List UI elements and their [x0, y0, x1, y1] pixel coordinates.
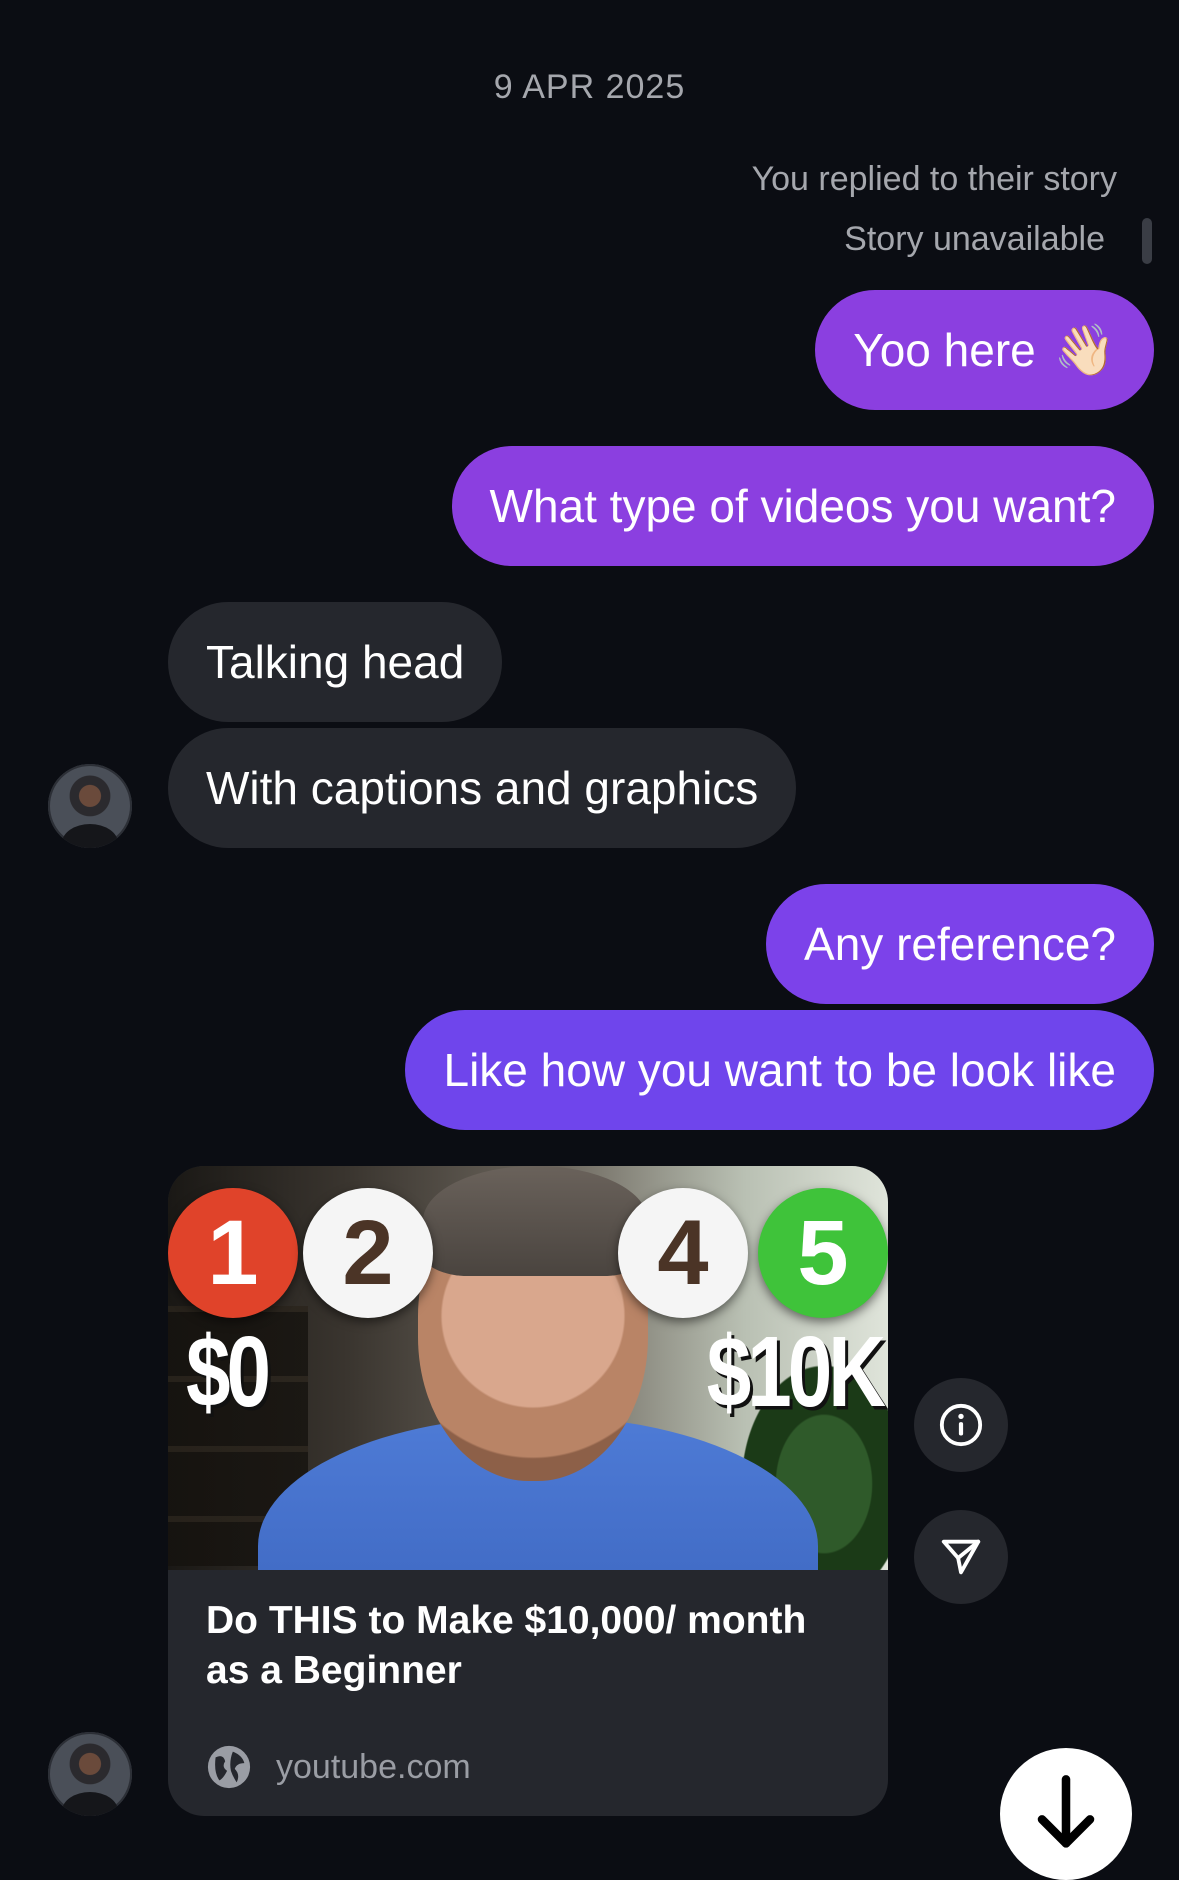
thumbnail-amount-left: $0 [186, 1315, 271, 1427]
contact-avatar[interactable] [48, 764, 132, 848]
globe-icon [207, 1745, 251, 1789]
info-button[interactable] [914, 1378, 1008, 1472]
link-domain: youtube.com [276, 1747, 471, 1786]
thumbnail-hair [423, 1166, 648, 1276]
message-text: Like how you want to be look like [443, 1044, 1116, 1096]
message-bubble-received[interactable]: With captions and graphics [168, 728, 797, 848]
link-preview-card[interactable]: 1 2 4 5 $0 $10K Do THIS to Make $10,000/… [168, 1166, 888, 1816]
story-status[interactable]: Story unavailable [844, 220, 1105, 259]
share-button[interactable] [914, 1510, 1008, 1604]
story-preview-bar [1142, 218, 1152, 264]
thumbnail-amount-right: $10K [706, 1315, 886, 1427]
link-source: youtube.com [206, 1744, 471, 1790]
scroll-to-bottom-button[interactable] [1000, 1748, 1132, 1880]
story-reply-note: You replied to their story [751, 160, 1117, 198]
arrow-down-icon [1037, 1775, 1095, 1848]
thumbnail-number-5: 5 [758, 1188, 888, 1318]
message-bubble-sent[interactable]: Yoo here 👋🏻 [815, 290, 1154, 410]
message-bubble-sent[interactable]: Any reference? [766, 884, 1154, 1004]
send-icon [941, 1539, 981, 1575]
message-text: Yoo here [853, 324, 1036, 376]
message-bubble-received[interactable]: Talking head [168, 602, 503, 722]
message-bubble-sent[interactable]: What type of videos you want? [451, 446, 1154, 566]
message-text: Talking head [206, 636, 465, 688]
chat-date: 9 APR 2025 [493, 68, 686, 106]
video-thumbnail[interactable]: 1 2 4 5 $0 $10K [168, 1166, 888, 1570]
message-bubble-sent[interactable]: Like how you want to be look like [405, 1010, 1154, 1130]
thumbnail-number-4: 4 [618, 1188, 748, 1318]
message-text: Any reference? [804, 918, 1116, 970]
message-text: What type of videos you want? [489, 480, 1116, 532]
info-icon [939, 1403, 983, 1447]
waving-hand-emoji: 👋🏻 [1053, 321, 1116, 378]
message-text: With captions and graphics [206, 762, 759, 814]
thumbnail-number-1: 1 [168, 1188, 298, 1318]
link-title: Do THIS to Make $10,000/ month as a Begi… [206, 1599, 807, 1692]
contact-avatar[interactable] [48, 1732, 132, 1816]
thumbnail-number-2: 2 [303, 1188, 433, 1318]
